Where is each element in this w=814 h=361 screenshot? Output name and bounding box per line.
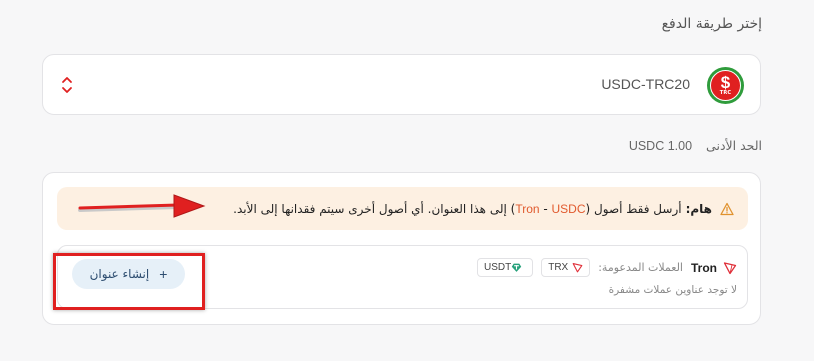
selected-coin-name: USDC-TRC20	[601, 76, 690, 92]
network-label: Tron	[691, 260, 717, 275]
address-card: Tron العملات المدعومة: TRX USDT لا توجد …	[57, 245, 748, 309]
minimum-label: الحد الأدنى	[706, 138, 762, 153]
payment-method-selector[interactable]: $ TRC USDC-TRC20	[42, 54, 761, 115]
warning-text-before: أرسل فقط أصول (	[585, 201, 682, 216]
create-address-button[interactable]: + إنشاء عنوان	[72, 259, 185, 289]
supported-label: العملات المدعومة:	[598, 261, 683, 274]
plus-icon: +	[159, 266, 168, 282]
tron-icon	[572, 263, 583, 273]
warning-text-after: ) إلى هذا العنوان. أي أصول أخرى سيتم فقد…	[233, 201, 516, 216]
create-address-label: إنشاء عنوان	[89, 267, 150, 281]
chip-trx-label: TRX	[548, 262, 569, 273]
network-row: Tron العملات المدعومة: TRX USDT	[476, 258, 737, 277]
empty-addresses-text: لا توجد عناوين عملات مشفرة	[608, 284, 737, 296]
warning-banner: هام: أرسل فقط أصول (Tron - USDC) إلى هذا…	[57, 187, 748, 230]
warning-tag-coin: USDC	[551, 201, 586, 216]
deposit-panel: هام: أرسل فقط أصول (Tron - USDC) إلى هذا…	[42, 172, 761, 325]
warning-tag-network: Tron	[515, 201, 540, 216]
logo-sub: TRC	[719, 90, 732, 96]
minimum-value: 1.00 USDC	[628, 139, 693, 153]
chip-usdt: USDT	[476, 258, 534, 277]
tether-icon	[512, 263, 522, 272]
payment-method-title: إختر طريقة الدفع	[661, 16, 762, 32]
warning-tag: Tron - USDC	[515, 202, 585, 216]
warning-bold-label: هام:	[685, 201, 712, 216]
logo-symbol: $	[720, 73, 731, 92]
warning-tag-separator: -	[539, 201, 552, 216]
chip-trx: TRX	[541, 258, 591, 277]
minimum-amount: الحد الأدنى 1.00 USDC	[629, 138, 762, 153]
chip-usdt-label: USDT	[483, 262, 512, 273]
chevron-up-down-icon[interactable]	[61, 76, 73, 94]
warning-icon	[720, 202, 734, 215]
usdc-trc20-logo-icon: $ TRC	[707, 67, 744, 104]
tron-icon	[723, 261, 737, 274]
